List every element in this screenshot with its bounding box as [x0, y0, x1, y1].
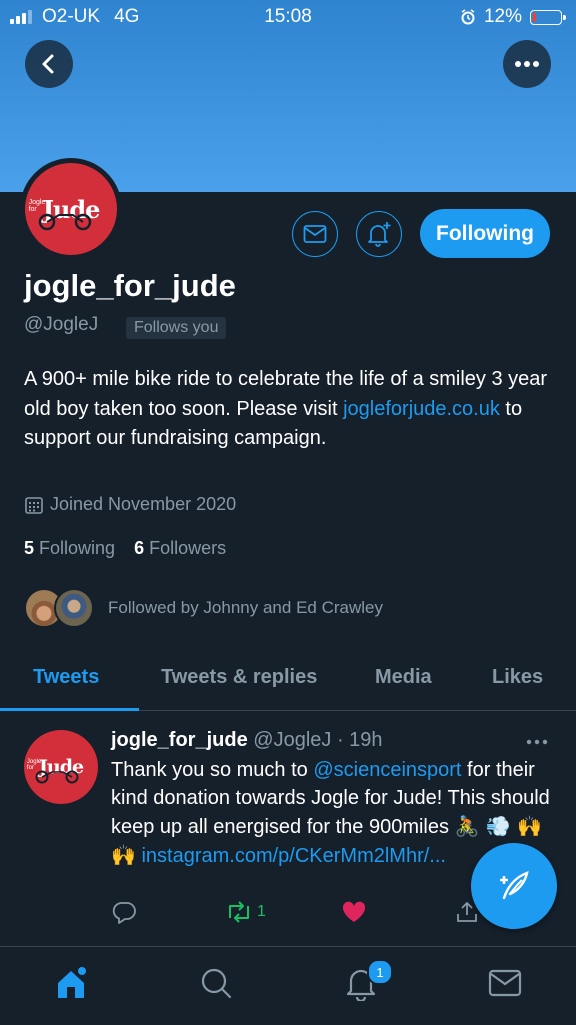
- following-count: 5: [24, 538, 35, 558]
- profile-display-name: jogle_for_jude: [24, 268, 236, 303]
- bicycle-icon: [35, 770, 79, 784]
- nav-home[interactable]: [53, 965, 91, 1008]
- followers-count-link[interactable]: 6 Followers: [134, 538, 226, 558]
- envelope-icon: [303, 225, 327, 243]
- messages-icon: [488, 969, 522, 997]
- tweet-author-name[interactable]: jogle_for_jude: [111, 729, 248, 751]
- status-bar: O2-UK 4G 15:08 12%: [0, 0, 576, 34]
- joined-date: Joined November 2020: [24, 494, 236, 515]
- reply-button[interactable]: [111, 900, 137, 924]
- jogle-for-jude-logo: Jogle for Jude: [25, 163, 117, 255]
- back-button[interactable]: [25, 40, 73, 88]
- follow-counts: 5 Following 6 Followers: [24, 538, 226, 559]
- nav-search[interactable]: [198, 965, 234, 1006]
- following-label: Following: [39, 538, 116, 558]
- battery-icon: [530, 9, 566, 25]
- nav-messages[interactable]: [487, 965, 523, 1006]
- retweet-count: 1: [257, 903, 266, 920]
- tab-likes[interactable]: Likes: [492, 666, 543, 689]
- tweet-text-start: Thank you so much to: [111, 759, 314, 781]
- bottom-navigation: 1: [0, 946, 576, 1025]
- tweet-avatar[interactable]: Jogle for Jude: [24, 730, 98, 804]
- active-tab-indicator: [0, 708, 139, 711]
- tweet-header: jogle_for_jude @JogleJ · 19h: [111, 729, 383, 752]
- following-button[interactable]: Following: [420, 209, 550, 258]
- battery-percent: 12%: [483, 6, 522, 27]
- notify-button[interactable]: [356, 211, 402, 257]
- tweet-actions: 1: [111, 900, 511, 932]
- search-icon: [201, 968, 232, 999]
- tab-tweets-and-replies[interactable]: Tweets & replies: [161, 666, 317, 689]
- following-count-link[interactable]: 5 Following: [24, 538, 115, 558]
- retweet-button[interactable]: 1: [225, 900, 266, 924]
- tweet-link[interactable]: instagram.com/p/CKerMm2lMhr/...: [141, 845, 446, 867]
- chevron-left-icon: [42, 54, 54, 74]
- profile-handle: @JogleJ: [24, 314, 99, 335]
- message-button[interactable]: [292, 211, 338, 257]
- nav-notifications[interactable]: 1: [343, 959, 393, 1006]
- compose-tweet-button[interactable]: [471, 843, 557, 929]
- calendar-icon: [25, 496, 43, 514]
- profile-bio: A 900+ mile bike ride to celebrate the l…: [24, 365, 554, 454]
- joined-text: Joined November 2020: [50, 494, 237, 514]
- followed-by-text: Followed by Johnny and Ed Crawley: [108, 598, 383, 617]
- followed-by[interactable]: Followed by Johnny and Ed Crawley: [24, 588, 383, 628]
- home-icon: [58, 967, 86, 998]
- like-button[interactable]: [341, 900, 367, 924]
- notification-badge: 1: [367, 959, 393, 985]
- bell-plus-icon: [368, 222, 391, 247]
- jogle-for-jude-logo: Jogle for Jude: [27, 756, 84, 784]
- more-horizontal-icon: [515, 61, 539, 67]
- follower-avatar: [54, 588, 94, 628]
- follows-you-badge: Follows you: [126, 317, 227, 339]
- profile-avatar[interactable]: Jogle for Jude: [20, 158, 122, 260]
- alarm-icon: [461, 9, 475, 25]
- more-horizontal-icon: [526, 739, 548, 745]
- more-options-button[interactable]: [503, 40, 551, 88]
- reply-icon: [112, 902, 136, 924]
- bicycle-icon: [38, 213, 91, 230]
- tweet-mention[interactable]: @scienceinsport: [313, 759, 461, 781]
- bio-link[interactable]: jogleforjude.co.uk: [343, 398, 500, 420]
- tweet-meta: @JogleJ · 19h: [253, 729, 383, 751]
- followers-label: Followers: [149, 538, 227, 558]
- retweet-icon: [229, 901, 249, 923]
- followers-count: 6: [134, 538, 145, 558]
- compose-feather-icon: [500, 871, 529, 900]
- heart-icon: [342, 901, 366, 922]
- tab-tweets[interactable]: Tweets: [33, 666, 99, 689]
- tweet-more-button[interactable]: [526, 728, 548, 751]
- tab-media[interactable]: Media: [375, 666, 432, 689]
- logo-small-text: Jogle for: [28, 198, 46, 213]
- profile-tabs: Tweets Tweets & replies Media Likes: [0, 648, 576, 711]
